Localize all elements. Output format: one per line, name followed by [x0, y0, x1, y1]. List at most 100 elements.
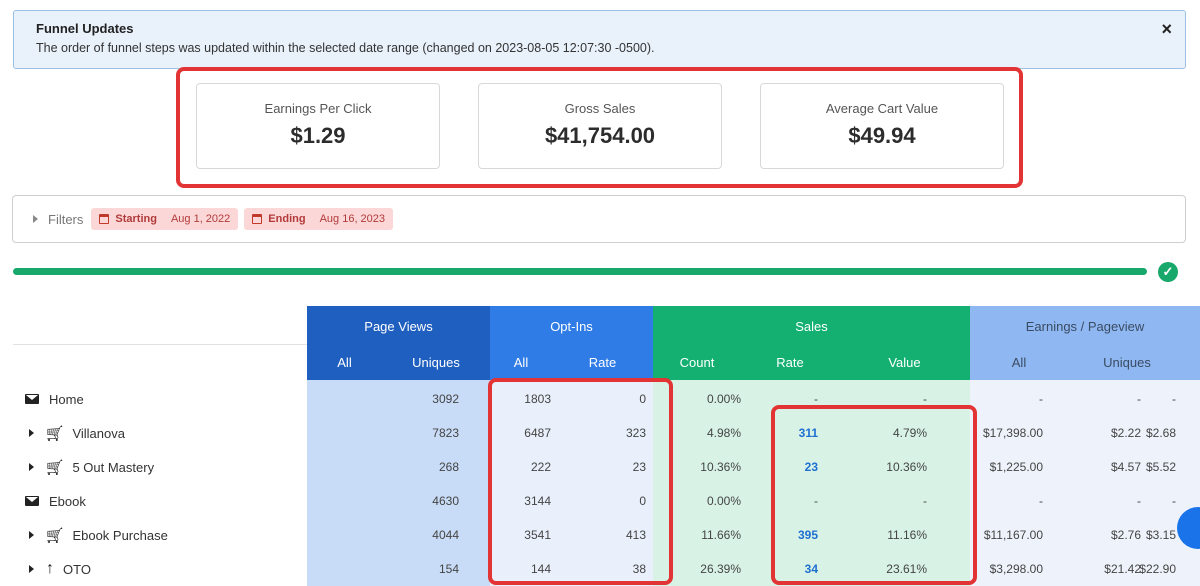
cell-e-uniques: $22.90 [1139, 562, 1176, 576]
cell-s-count[interactable]: 23 [805, 450, 818, 484]
ending-date-chip[interactable]: Ending Aug 16, 2023 [244, 208, 394, 230]
row-name: Ebook [49, 493, 86, 509]
cell-oi-rate: 26.39% [700, 562, 741, 576]
cell-e-all: $2.76 [1110, 528, 1141, 542]
col-oi-all[interactable]: All [490, 350, 552, 374]
expand-caret-icon[interactable] [29, 429, 34, 437]
expand-caret-icon[interactable] [29, 531, 34, 539]
cell-e-all: $4.57 [1110, 460, 1141, 474]
calendar-icon [99, 214, 110, 224]
card-label: Average Cart Value [825, 101, 939, 116]
cell-oi-all: 38 [632, 562, 646, 576]
col-s-value[interactable]: Value [839, 350, 970, 374]
card-value: $49.94 [848, 123, 916, 148]
cell-pv-uniques: 3541 [524, 528, 551, 542]
earnings-per-click-card: Earnings Per Click $1.29 [196, 83, 440, 169]
average-cart-value-card: Average Cart Value $49.94 [760, 83, 1004, 169]
sales-title: Sales [795, 319, 828, 334]
cell-s-count[interactable]: 395 [798, 518, 818, 552]
cell-e-uniques: - [1172, 392, 1176, 406]
cell-e-uniques: $2.68 [1145, 426, 1176, 440]
table-row[interactable]: 🛒 Ebook Purchase 4044 3541 413 11.66% 395 11.16… [13, 518, 1200, 552]
cell-s-rate: - [923, 494, 927, 508]
caret-right-icon [33, 215, 38, 223]
cell-oi-all: 323 [625, 426, 646, 440]
cell-oi-all: 413 [625, 528, 646, 542]
cell-pv-uniques: 1803 [524, 392, 551, 406]
cell-oi-all: 23 [632, 460, 646, 474]
alert-title: Funnel Updates [36, 21, 134, 36]
cell-pv-all: 4630 [432, 494, 459, 508]
envelope-icon [25, 496, 39, 506]
cell-pv-all: 3092 [432, 392, 459, 406]
envelope-icon [25, 394, 39, 404]
cell-e-all: - [1137, 392, 1141, 406]
col-s-rate[interactable]: Rate [741, 350, 839, 374]
cell-oi-rate: 11.66% [701, 528, 741, 542]
funnel-updates-alert: Funnel Updates The order of funnel steps… [13, 10, 1186, 69]
cell-s-value: - [1039, 392, 1043, 406]
cell-e-uniques: $3.15 [1145, 528, 1176, 542]
cell-pv-uniques: 6487 [524, 426, 551, 440]
cell-e-all: $2.22 [1110, 426, 1141, 440]
cell-s-rate: 11.16% [887, 528, 927, 542]
col-e-all[interactable]: All [970, 350, 1068, 374]
row-label[interactable]: Home [25, 382, 84, 416]
header-divider [13, 344, 307, 345]
card-label: Gross Sales [564, 101, 636, 116]
row-name: Villanova [72, 425, 125, 441]
gross-sales-card: Gross Sales $41,754.00 [478, 83, 722, 169]
cell-s-value: $17,398.00 [982, 426, 1043, 440]
cell-pv-uniques: 3144 [524, 494, 551, 508]
cell-s-rate: 10.36% [886, 460, 927, 474]
cell-s-rate: 4.79% [892, 426, 927, 440]
row-label[interactable]: Ebook [25, 484, 86, 518]
card-value: $1.29 [290, 123, 346, 148]
row-label[interactable]: 🛒 5 Out Mastery [29, 450, 154, 484]
cell-pv-all: 7823 [432, 426, 459, 440]
alert-text: The order of funnel steps was updated wi… [36, 41, 655, 55]
table-row[interactable]: ↑ OTO 154 144 38 26.39% 34 23.61% $3,298.00 $21.4… [13, 552, 1200, 586]
row-label[interactable]: 🛒 Villanova [29, 416, 125, 450]
expand-caret-icon[interactable] [29, 463, 34, 471]
cell-pv-all: 154 [438, 562, 459, 576]
page-views-title: Page Views [364, 319, 433, 334]
cell-e-all: - [1137, 494, 1141, 508]
filters-label[interactable]: Filters [48, 212, 83, 227]
cell-s-count[interactable]: 311 [799, 416, 818, 450]
cell-s-value: $3,298.00 [989, 562, 1043, 576]
col-e-uniques[interactable]: Uniques [1068, 350, 1186, 374]
cell-pv-all: 4044 [432, 528, 459, 542]
ending-value: Aug 16, 2023 [319, 213, 386, 225]
calendar-icon [252, 214, 263, 224]
col-pv-all[interactable]: All [307, 350, 382, 374]
check-circle-icon: ✓ [1158, 262, 1178, 282]
col-oi-rate[interactable]: Rate [552, 350, 653, 374]
funnel-stats-page: Funnel Updates The order of funnel steps… [0, 0, 1200, 586]
row-label[interactable]: 🛒 Ebook Purchase [29, 518, 168, 552]
optins-title: Opt-Ins [550, 319, 593, 334]
cell-e-all: $21.42 [1104, 562, 1141, 576]
close-icon[interactable]: × [1161, 20, 1172, 38]
cell-oi-rate: 0.00% [706, 392, 741, 406]
starting-date-chip[interactable]: Starting Aug 1, 2022 [91, 208, 239, 230]
ending-label: Ending [268, 213, 306, 225]
expand-caret-icon[interactable] [29, 565, 34, 573]
filters-bar[interactable]: Filters Starting Aug 1, 2022 Ending Aug … [12, 195, 1186, 243]
card-value: $41,754.00 [544, 123, 656, 148]
cell-pv-all: 268 [438, 460, 459, 474]
table-row[interactable]: Ebook 4630 3144 0 0.00% - - - - - [13, 484, 1200, 518]
starting-value: Aug 1, 2022 [170, 213, 231, 225]
row-name: Home [49, 391, 84, 407]
table-row[interactable]: 🛒 Villanova 7823 6487 323 4.98% 311 4.79% $17,39… [13, 416, 1200, 450]
col-s-count[interactable]: Count [653, 350, 741, 374]
table-row[interactable]: Home 3092 1803 0 0.00% - - - - - [13, 382, 1200, 416]
row-name: OTO [63, 561, 91, 577]
cart-icon: 🛒 [46, 425, 64, 441]
col-pv-uniques[interactable]: Uniques [382, 350, 490, 374]
table-row[interactable]: 🛒 5 Out Mastery 268 222 23 10.36% 23 10.36% $1,2… [13, 450, 1200, 484]
cell-oi-rate: 0.00% [706, 494, 741, 508]
cell-oi-rate: 4.98% [706, 426, 741, 440]
cell-s-count[interactable]: 34 [805, 552, 818, 586]
row-label[interactable]: ↑ OTO [29, 552, 91, 586]
